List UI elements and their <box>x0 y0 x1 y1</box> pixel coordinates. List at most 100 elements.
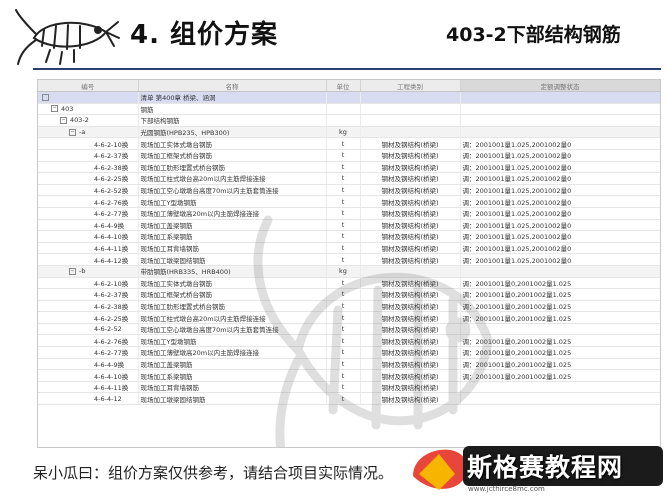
table-row[interactable]: 4-6-2-52换 现场加工空心墩墩台高度70m以内主筋套筒连接 t 钢材及钢结构(桥… <box>38 184 660 197</box>
cell-category[interactable] <box>360 103 461 116</box>
cell-code[interactable]: 4-6-2-38换 <box>38 161 139 174</box>
cell-unit[interactable]: t <box>326 172 361 185</box>
column-header-code[interactable]: 编号 <box>38 80 139 92</box>
cell-code[interactable]: 4-6-4-12换 <box>38 253 139 266</box>
cell-code[interactable]: − -a <box>38 126 139 139</box>
cell-unit-text: t <box>341 186 345 195</box>
cell-code[interactable]: 4-6-2-76换 <box>38 195 139 208</box>
cell-unit[interactable] <box>326 91 361 104</box>
cell-unit[interactable]: t <box>326 149 361 162</box>
cell-code[interactable]: 4-6-2-76换 <box>38 334 139 348</box>
cell-code[interactable]: 4-6-4-11换 <box>38 381 139 394</box>
cell-adjust-status[interactable] <box>460 91 660 104</box>
tree-toggle-icon[interactable]: − <box>51 105 58 113</box>
cell-name[interactable]: 现场加工实体式墩台钢筋 <box>138 137 327 150</box>
cell-name[interactable]: 现场加工框架式桥台钢筋 <box>138 149 327 162</box>
cell-category[interactable]: 钢材及钢结构(桥梁) <box>360 137 461 150</box>
cell-name-text: 清单 第400章 桥梁、涵洞 <box>140 94 216 103</box>
cell-adjust-status[interactable]: 调：2001001量1.025,2001002量0 <box>460 137 660 150</box>
tree-toggle-icon[interactable] <box>42 93 49 101</box>
cell-adjust-status[interactable]: 调：2001001量1.025,2001002量0 <box>460 172 660 185</box>
cell-name[interactable]: 现场加工柱式墩台高20m以内主筋焊接连接 <box>138 172 327 185</box>
cell-name[interactable]: 光圆钢筋(HPB235、HPB300) <box>138 126 327 139</box>
cell-code-text: 4-6-2-77换 <box>94 210 129 219</box>
table-row[interactable]: −403 钢筋 <box>38 103 660 116</box>
column-header-unit[interactable]: 单位 <box>326 80 361 92</box>
table-row[interactable]: 4-6-2-38换 现场加工肋形埋置式桥台钢筋 t 钢材及钢结构(桥梁) 调：20010… <box>38 161 660 174</box>
cell-code-text: 4-6-2-37换 <box>94 291 129 300</box>
cell-adjust-status[interactable] <box>460 103 660 116</box>
cell-code[interactable]: 4-6-4-12 <box>38 392 139 406</box>
site-badge-url[interactable]: www.jcthirce8mc.com <box>468 485 545 493</box>
item-title: 403-2下部结构钢筋 <box>446 24 621 46</box>
cell-unit[interactable] <box>326 114 361 127</box>
cell-code[interactable]: 4-6-4-10换 <box>38 230 139 243</box>
cell-adjust-status[interactable]: 调：2001001量1.025,2001002量0 <box>460 149 660 162</box>
cell-adjust-status[interactable]: 调：2001001量1.025,2001002量0 <box>460 161 660 174</box>
cell-adjust-status[interactable]: 调：2001001量1.025,2001002量0 <box>460 184 660 197</box>
cell-code[interactable]: 4-6-2-77换 <box>38 207 139 220</box>
cell-code[interactable]: 4-6-2-10换 <box>38 137 139 150</box>
cell-code[interactable]: −403 <box>38 103 139 116</box>
column-header-category[interactable]: 工程类别 <box>360 80 461 92</box>
tree-toggle-icon[interactable]: − <box>60 116 67 124</box>
cell-code[interactable]: 4-6-2-38换 <box>38 300 139 313</box>
cell-adjust-status-text: 调：2001001量1.025,2001002量0 <box>462 140 572 149</box>
cell-code-text: 4-6-4-11换 <box>94 245 129 254</box>
cell-adjust-status[interactable] <box>460 114 660 127</box>
cell-category[interactable] <box>360 91 461 104</box>
cell-category[interactable] <box>360 114 461 127</box>
cell-category[interactable] <box>360 126 461 139</box>
cell-code[interactable]: 4-6-2-52换 <box>38 184 139 197</box>
cell-name[interactable]: 现场加工空心墩墩台高度70m以内主筋套筒连接 <box>138 184 327 197</box>
cell-code-text: 4-6-2-25换 <box>94 314 129 323</box>
cell-name[interactable]: 下部结构钢筋 <box>138 114 327 127</box>
cell-code[interactable]: 4-6-2-25换 <box>38 311 139 324</box>
cell-code[interactable]: 4-6-2-77换 <box>38 346 139 359</box>
cell-category[interactable]: 钢材及钢结构(桥梁) <box>360 149 461 162</box>
cell-unit[interactable]: t <box>326 184 361 197</box>
cell-code[interactable]: 4-6-2-52 <box>38 323 139 336</box>
cell-code[interactable] <box>38 91 139 104</box>
cell-code[interactable]: 4-6-4-10换 <box>38 369 139 382</box>
table-row[interactable]: 4-6-2-37换 现场加工框架式桥台钢筋 t 钢材及钢结构(桥梁) 调：2001001… <box>38 149 660 162</box>
tree-toggle-icon[interactable]: − <box>69 267 76 275</box>
cell-code[interactable]: 4-6-4-9换 <box>38 358 139 371</box>
cell-name-text: 光圆钢筋(HPB235、HPB300) <box>140 129 230 138</box>
cell-adjust-status[interactable] <box>460 126 660 139</box>
tree-toggle-icon[interactable]: − <box>69 128 76 136</box>
cell-category[interactable]: 钢材及钢结构(桥梁) <box>360 172 461 185</box>
cell-category-text: 钢材及钢结构(桥梁) <box>381 187 439 196</box>
column-header-adjust-status[interactable]: 定额调整状态 <box>460 80 660 92</box>
cell-category[interactable]: 钢材及钢结构(桥梁) <box>360 161 461 174</box>
cell-code[interactable]: −403-2 <box>38 114 139 127</box>
cell-name-text: 现场加工肋形埋置式桥台钢筋 <box>140 163 226 172</box>
cell-code[interactable]: 4-6-2-10换 <box>38 277 139 290</box>
table-row[interactable]: 4-6-2-10换 现场加工实体式墩台钢筋 t 钢材及钢结构(桥梁) 调：2001001… <box>38 137 660 150</box>
cell-name-text: 现场加工盖梁钢筋 <box>140 221 193 230</box>
cell-name[interactable]: 清单 第400章 桥梁、涵洞 <box>138 91 327 104</box>
cell-code[interactable]: 4-6-2-37换 <box>38 149 139 162</box>
cell-name-text: 现场加工实体式墩台钢筋 <box>140 140 213 149</box>
column-header-name[interactable]: 名称 <box>138 80 327 92</box>
cell-name[interactable]: 现场加工肋形埋置式桥台钢筋 <box>138 161 327 174</box>
cell-unit[interactable]: t <box>326 137 361 150</box>
table-row[interactable]: 清单 第400章 桥梁、涵洞 <box>38 91 660 104</box>
cell-code[interactable]: 4-6-2-37换 <box>38 288 139 301</box>
cell-code-text: -a <box>79 128 86 137</box>
cell-code[interactable]: − -b <box>38 265 139 278</box>
site-badge-title[interactable]: 斯格赛教程网 <box>467 448 623 484</box>
cell-code-text: 4-6-4-10换 <box>94 233 129 242</box>
table-row[interactable]: −403-2 下部结构钢筋 <box>38 114 660 127</box>
cell-unit[interactable]: t <box>326 161 361 174</box>
cell-code[interactable]: 4-6-4-9换 <box>38 219 139 232</box>
cell-unit-text: t <box>341 139 345 148</box>
cell-code[interactable]: 4-6-2-25换 <box>38 172 139 185</box>
cell-name[interactable]: 钢筋 <box>138 103 327 116</box>
cell-unit[interactable]: kg <box>326 126 361 139</box>
cell-unit[interactable] <box>326 103 361 116</box>
cell-category[interactable]: 钢材及钢结构(桥梁) <box>360 184 461 197</box>
cell-code[interactable]: 4-6-4-11换 <box>38 242 139 255</box>
table-row[interactable]: − -a 光圆钢筋(HPB235、HPB300) kg <box>38 126 660 139</box>
table-row[interactable]: 4-6-2-25换 现场加工柱式墩台高20m以内主筋焊接连接 t 钢材及钢结构(桥梁)… <box>38 172 660 185</box>
